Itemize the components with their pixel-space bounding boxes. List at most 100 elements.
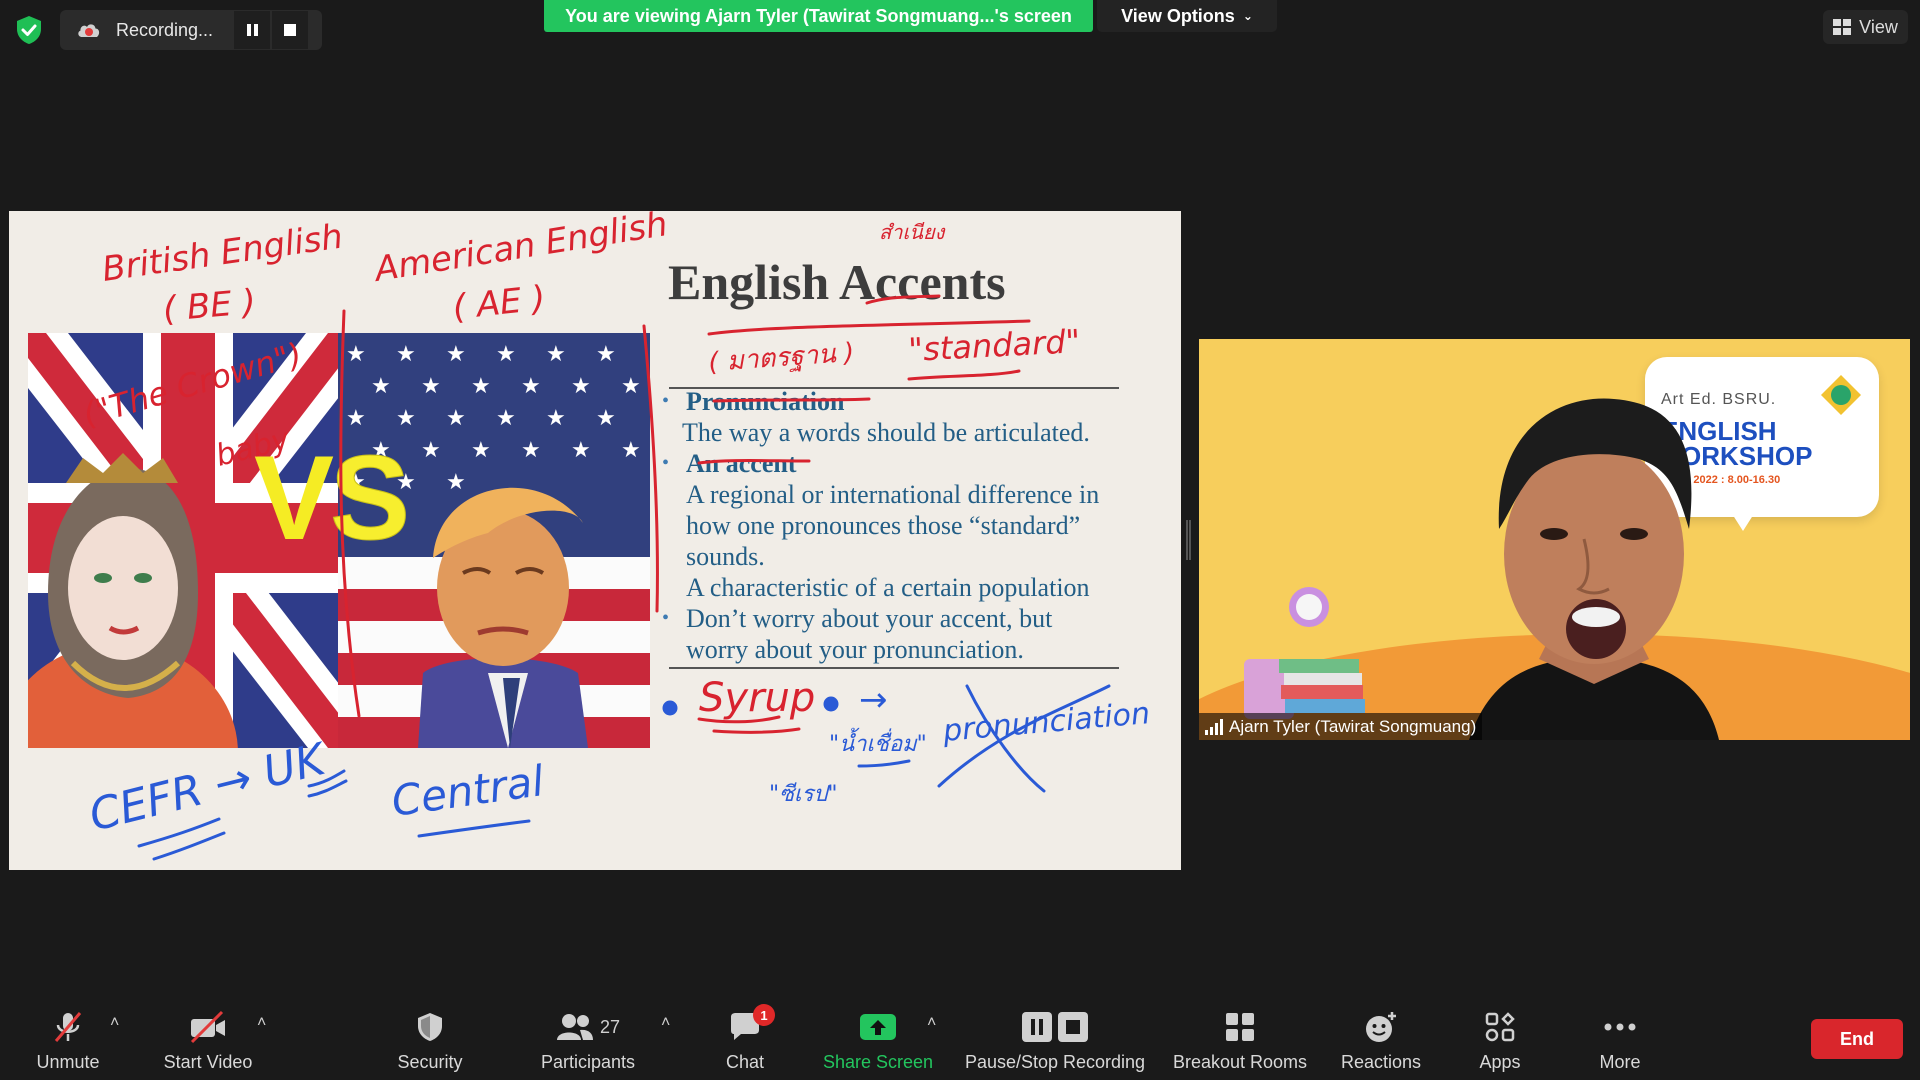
panel-resize-handle[interactable] (1186, 520, 1191, 560)
svg-text:★: ★ (496, 406, 516, 431)
svg-text:★: ★ (621, 374, 641, 399)
share-options-caret[interactable]: ˄ (927, 1014, 936, 1032)
breakout-rooms-label: Breakout Rooms (1172, 1052, 1308, 1072)
participants-icon (556, 1014, 593, 1040)
svg-text:★: ★ (546, 342, 566, 367)
participant-count: 27 (599, 1016, 621, 1037)
recording-label: Recording... (116, 19, 214, 40)
annotation-cefr: CEFR → UK (84, 733, 333, 841)
participants-button[interactable]: 27 Participants (530, 1000, 646, 1080)
bullet-line: A characteristic of a certain population (686, 573, 1090, 602)
annotation-syrup: Syrup (699, 675, 815, 721)
bullet-line: The way a words should be articulated. (682, 418, 1090, 447)
svg-text:★: ★ (396, 342, 416, 367)
svg-text:★: ★ (496, 342, 516, 367)
apps-button[interactable]: Apps (1460, 1000, 1540, 1080)
shared-screen[interactable]: ★ ★ ★ ★ ★ ★ ★ ★ ★ ★ ★ ★ ★ ★ ★ ★ ★ ★ ★ ★ ★ ★ ★ ★ ★ ★ ★ VS Engli… (9, 211, 1181, 870)
annotation-pronunciation-struck: pronunciation (941, 696, 1152, 749)
participant-person (1244, 398, 1719, 740)
annotation-american-english: American English (370, 211, 670, 290)
svg-text:★: ★ (446, 342, 466, 367)
bullet-dot: • (662, 607, 670, 629)
svg-text:★: ★ (596, 406, 616, 431)
pause-stop-recording-button[interactable]: Pause/Stop Recording (960, 1000, 1150, 1080)
stop-recording-button[interactable] (270, 11, 308, 49)
bullet-heading: Pronunciation (686, 387, 845, 416)
svg-text:★: ★ (446, 406, 466, 431)
video-off-icon (190, 1010, 225, 1044)
stop-icon (284, 24, 296, 36)
participants-options-caret[interactable]: ˄ (661, 1014, 670, 1032)
bullet-item: • Don’t worry about your accent, but (662, 603, 1172, 634)
bullet-dot: • (662, 452, 670, 474)
svg-text:★: ★ (596, 342, 616, 367)
slide-rule-top (669, 387, 1119, 389)
more-button[interactable]: More (1580, 1000, 1660, 1080)
share-screen-icon (860, 1014, 896, 1040)
svg-text:★: ★ (421, 374, 441, 399)
security-label: Security (397, 1052, 463, 1072)
slide-bullets: • Pronunciation The way a words should b… (662, 386, 1172, 665)
viewing-screen-banner: You are viewing Ajarn Tyler (Tawirat Son… (544, 0, 1093, 32)
more-label: More (1599, 1052, 1641, 1072)
svg-text:★: ★ (371, 374, 391, 399)
chat-unread-badge: 1 (753, 1004, 775, 1026)
participant-video-tile[interactable]: Art Ed. BSRU. ENGLISH ORKSHOP 24, 2022 :… (1199, 339, 1910, 740)
annotation-standard: "standard" (907, 322, 1081, 369)
svg-text:★: ★ (471, 438, 491, 463)
breakout-rooms-icon (1226, 1013, 1254, 1041)
stop-recording-icon (1058, 1012, 1088, 1042)
bullet-heading: An accent (686, 449, 797, 478)
shield-icon (418, 1013, 442, 1041)
annotation-thai-syrup: "น้ำเชื่อม" (829, 727, 927, 757)
svg-text:★: ★ (471, 374, 491, 399)
participant-name-tag: Ajarn Tyler (Tawirat Songmuang) (1199, 713, 1483, 740)
svg-text:★: ★ (346, 342, 366, 367)
cloud-record-icon (78, 24, 100, 37)
svg-text:★: ★ (346, 406, 366, 431)
view-layout-button[interactable]: View (1823, 10, 1908, 44)
reactions-button[interactable]: Reactions (1335, 1000, 1427, 1080)
view-label: View (1859, 16, 1898, 37)
annotation-thai-standard: ( มาตรฐาน ) (707, 338, 855, 378)
annotation-ae: ( AE ) (451, 278, 548, 327)
vs-graphic: VS (254, 429, 411, 567)
encryption-shield-icon[interactable] (14, 14, 44, 46)
start-video-button[interactable]: Start Video (158, 1000, 258, 1080)
pause-icon (246, 24, 258, 36)
slide-rule-bottom (669, 667, 1119, 669)
bullet-line: how one pronounces those “standard” (686, 511, 1081, 540)
svg-text:★: ★ (521, 374, 541, 399)
view-options-button[interactable]: View Options ⌄ (1097, 0, 1277, 32)
unmute-button[interactable]: Unmute (28, 1000, 108, 1080)
svg-text:★: ★ (421, 438, 441, 463)
bullet-line: A regional or international difference i… (686, 480, 1100, 509)
svg-text:★: ★ (546, 406, 566, 431)
connection-signal-icon (1205, 718, 1223, 735)
breakout-rooms-button[interactable]: Breakout Rooms (1170, 1000, 1310, 1080)
annotation-central: Central (389, 756, 548, 826)
view-options-label: View Options (1121, 5, 1235, 26)
annotation-be: ( BE ) (161, 282, 257, 330)
reactions-label: Reactions (1340, 1052, 1422, 1072)
annotation-thai-bottom: "ซีเรป" (769, 782, 837, 807)
bullet-line: Don’t worry about your accent, but (686, 604, 1053, 633)
slide-title: English Accents (668, 254, 1006, 310)
unmute-label: Unmute (36, 1052, 100, 1072)
reactions-smiley-icon (1366, 1012, 1396, 1042)
end-meeting-button[interactable]: End (1811, 1019, 1903, 1059)
vs-letter-s: S (330, 431, 411, 566)
annotation-british-english: British English (100, 217, 346, 290)
svg-text:★: ★ (571, 438, 591, 463)
pause-stop-recording-label: Pause/Stop Recording (964, 1052, 1146, 1072)
audio-options-caret[interactable]: ˄ (110, 1014, 119, 1032)
video-options-caret[interactable]: ˄ (257, 1014, 266, 1032)
pause-recording-button[interactable] (232, 11, 270, 49)
security-button[interactable]: Security (390, 1000, 470, 1080)
bullet-item: • Pronunciation (662, 386, 1172, 417)
share-screen-button[interactable]: Share Screen (818, 1000, 938, 1080)
participant-name: Ajarn Tyler (Tawirat Songmuang) (1229, 716, 1477, 736)
bullet-line: worry about your pronunciation. (686, 635, 1024, 664)
bullet-item: • An accent (662, 448, 1172, 479)
svg-text:★: ★ (571, 374, 591, 399)
